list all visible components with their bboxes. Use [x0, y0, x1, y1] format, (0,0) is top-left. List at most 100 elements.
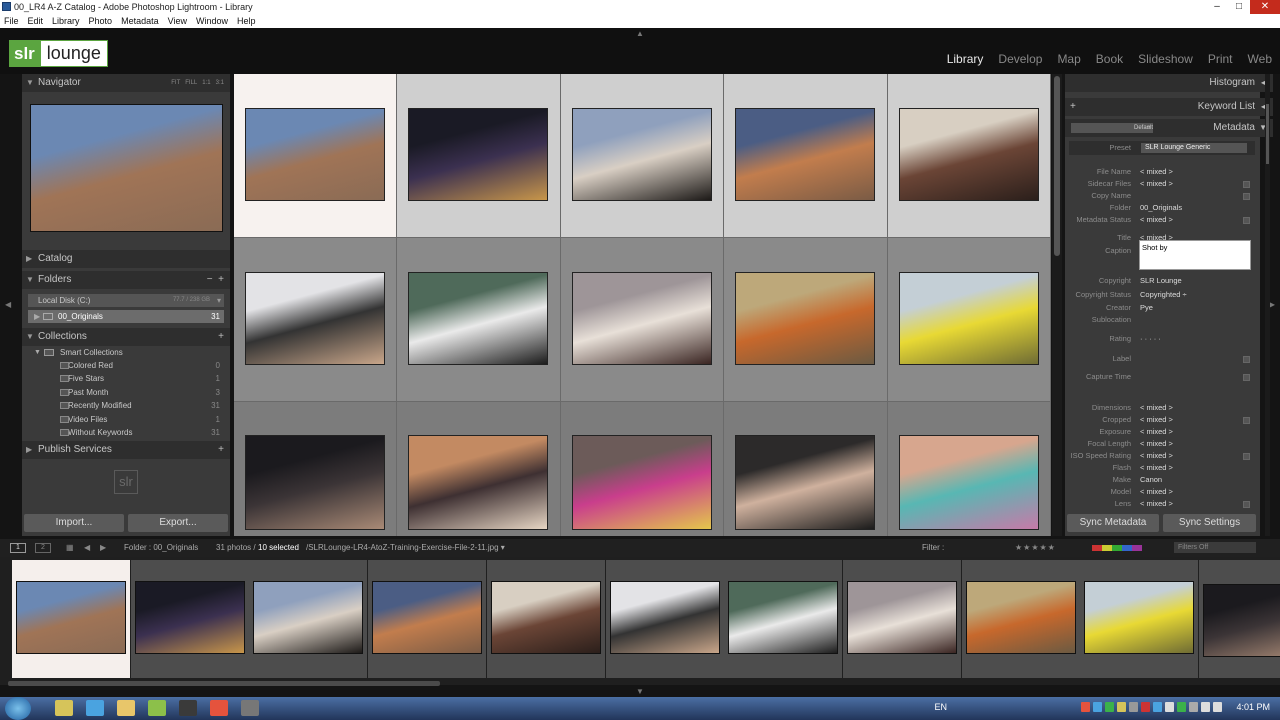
metadata-action-icon[interactable]	[1243, 501, 1250, 508]
filmstrip-thumbnail[interactable]	[846, 581, 957, 654]
grid-cell[interactable]	[724, 74, 888, 238]
tray-icon[interactable]	[1081, 702, 1090, 712]
metadata-action-icon[interactable]	[1243, 217, 1250, 224]
metadata-value[interactable]: < mixed >	[1140, 439, 1173, 449]
collapse-top-panel-arrow[interactable]: ▲	[636, 29, 644, 38]
filmstrip-scrollbar[interactable]	[8, 681, 440, 686]
smart-collections-row[interactable]: ▼ Smart Collections	[28, 346, 224, 359]
filmstrip-cell[interactable]	[12, 560, 130, 678]
metadata-action-icon[interactable]	[1243, 356, 1250, 363]
histogram-header[interactable]: Histogram ◀	[1065, 74, 1273, 92]
metadata-value[interactable]: < mixed >	[1140, 415, 1173, 425]
tray-icon[interactable]	[1129, 702, 1138, 712]
collections-header[interactable]: ▼ Collections +	[22, 328, 230, 346]
metadata-value[interactable]: < mixed >	[1140, 499, 1173, 509]
photo-thumbnail[interactable]	[735, 272, 876, 365]
metadata-value[interactable]: < mixed >	[1140, 403, 1173, 413]
maximize-button[interactable]: □	[1228, 0, 1250, 14]
collection-row[interactable]: Video Files 1	[28, 413, 224, 426]
filmstrip-cell[interactable]	[724, 560, 843, 678]
module-book[interactable]: Book	[1096, 52, 1123, 66]
grid-cell[interactable]	[724, 402, 888, 536]
metadata-action-icon[interactable]	[1243, 181, 1250, 188]
filmstrip-cell[interactable]	[486, 560, 605, 678]
grid-scrollbar[interactable]	[1052, 74, 1062, 536]
grid-cell[interactable]	[234, 402, 398, 536]
metadata-value[interactable]: < mixed >	[1140, 215, 1173, 225]
taskbar-app-icon[interactable]	[241, 700, 259, 716]
collection-row[interactable]: Recently Modified 31	[28, 399, 224, 412]
close-button[interactable]: ✕	[1250, 0, 1280, 14]
caption-input[interactable]: Shot by	[1139, 240, 1251, 270]
rating-filter-stars[interactable]: ★★★★★	[1015, 539, 1056, 557]
filmstrip-thumbnail[interactable]	[1084, 581, 1195, 654]
zoom-1-1[interactable]: 1:1	[202, 80, 210, 86]
input-language[interactable]: EN	[934, 702, 947, 712]
module-slideshow[interactable]: Slideshow	[1138, 52, 1193, 66]
navigator-preview[interactable]	[30, 104, 223, 232]
photo-thumbnail[interactable]	[898, 272, 1039, 365]
scrollbar-thumb[interactable]	[1266, 104, 1269, 164]
taskbar-app-icon[interactable]	[55, 700, 73, 716]
filmstrip-cell[interactable]	[368, 560, 487, 678]
volume-row[interactable]: Local Disk (C:) 77.7 / 238 GB ▾	[28, 294, 224, 307]
menu-metadata[interactable]: Metadata	[121, 14, 159, 28]
filmstrip-thumbnail[interactable]	[490, 581, 601, 654]
photo-thumbnail[interactable]	[898, 108, 1039, 201]
menu-help[interactable]: Help	[237, 14, 256, 28]
photo-thumbnail[interactable]	[408, 435, 549, 530]
folder-path[interactable]: Folder : 00_Originals	[124, 539, 198, 557]
photo-thumbnail[interactable]	[735, 435, 876, 530]
filmstrip-thumbnail[interactable]	[134, 581, 245, 654]
collection-row[interactable]: Past Month 3	[28, 386, 224, 399]
folder-add-remove-icons[interactable]: − +	[207, 271, 224, 289]
filmstrip-cell[interactable]	[130, 560, 249, 678]
sync-metadata-button[interactable]: Sync Metadata	[1067, 514, 1159, 532]
metadata-value[interactable]: < mixed >	[1140, 167, 1173, 177]
filmstrip-thumbnail[interactable]	[965, 581, 1076, 654]
metadata-value[interactable]: Canon	[1140, 475, 1162, 485]
grid-cell[interactable]	[887, 238, 1051, 402]
tray-icon[interactable]	[1093, 702, 1102, 712]
tray-icon[interactable]	[1177, 702, 1186, 712]
grid-cell[interactable]	[560, 74, 725, 238]
metadata-value[interactable]: < mixed >	[1140, 463, 1173, 473]
photo-thumbnail[interactable]	[571, 435, 712, 530]
preset-dropdown[interactable]: SLR Lounge Generic	[1141, 143, 1247, 153]
metadata-value[interactable]: 00_Originals	[1140, 203, 1182, 213]
filmstrip-thumbnail[interactable]	[253, 581, 364, 654]
photo-thumbnail[interactable]	[571, 272, 712, 365]
filmstrip-thumbnail[interactable]	[1203, 584, 1280, 657]
taskbar-app-icon[interactable]	[179, 700, 197, 716]
filmstrip-cell[interactable]	[605, 560, 724, 678]
module-map[interactable]: Map	[1057, 52, 1080, 66]
photo-thumbnail[interactable]	[408, 272, 549, 365]
grid-cell[interactable]	[397, 238, 561, 402]
add-keyword-icon[interactable]: +	[1070, 98, 1076, 116]
metadata-value[interactable]: < mixed >	[1140, 427, 1173, 437]
zoom-fill[interactable]: FILL	[185, 80, 197, 86]
menu-edit[interactable]: Edit	[28, 14, 44, 28]
collection-row[interactable]: Without Keywords 31	[28, 426, 224, 439]
grid-cell[interactable]	[887, 74, 1051, 238]
module-develop[interactable]: Develop	[998, 52, 1042, 66]
photo-thumbnail[interactable]	[898, 435, 1039, 530]
tray-icon[interactable]	[1153, 702, 1162, 712]
grid-cell[interactable]	[234, 74, 398, 238]
grid-view-icon[interactable]: ▦	[66, 539, 74, 557]
grid-cell[interactable]	[397, 74, 561, 238]
color-label-filter[interactable]	[1092, 545, 1142, 551]
scrollbar-thumb[interactable]	[1054, 76, 1060, 256]
filmstrip-cell[interactable]	[1199, 560, 1280, 678]
menu-library[interactable]: Library	[52, 14, 80, 28]
sync-settings-button[interactable]: Sync Settings	[1163, 514, 1256, 532]
tray-icon[interactable]	[1141, 702, 1150, 712]
metadata-value[interactable]: < mixed >	[1140, 487, 1173, 497]
photo-thumbnail[interactable]	[245, 435, 385, 530]
menu-photo[interactable]: Photo	[89, 14, 113, 28]
photo-thumbnail[interactable]	[245, 108, 385, 201]
metadata-value[interactable]: Pye	[1140, 303, 1153, 313]
metadata-value[interactable]: · · · · ·	[1140, 334, 1161, 344]
taskbar-app-icon[interactable]	[86, 700, 104, 716]
photo-thumbnail[interactable]	[408, 108, 549, 201]
